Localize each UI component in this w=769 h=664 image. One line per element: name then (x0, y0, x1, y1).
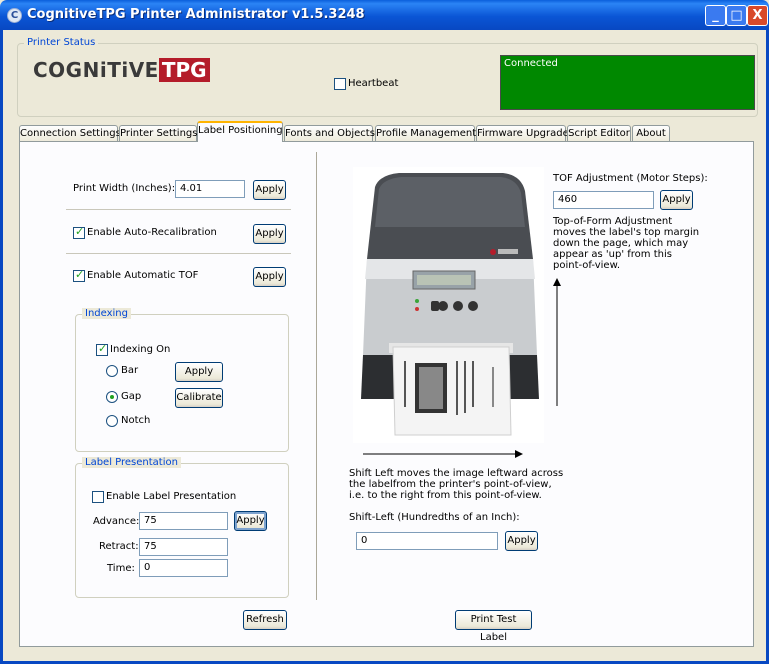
title-bar[interactable]: C CognitiveTPG Printer Administrator v1.… (0, 0, 769, 30)
indexing-gap-label: Gap (121, 391, 142, 402)
indexing-on-label: Indexing On (110, 344, 171, 355)
heartbeat-label: Heartbeat (348, 78, 399, 89)
shift-left-input[interactable]: 0 (356, 532, 498, 550)
auto-recalibration-checkbox[interactable] (73, 225, 85, 239)
time-label: Time: (107, 563, 135, 574)
calibrate-button[interactable]: Calibrate (175, 388, 223, 408)
maximize-button[interactable]: □ (726, 5, 747, 26)
tof-adjustment-input[interactable]: 460 (553, 191, 654, 209)
indexing-notch-label: Notch (121, 415, 151, 426)
shift-left-label: Shift-Left (Hundredths of an Inch): (349, 512, 520, 523)
separator (66, 253, 291, 254)
refresh-button[interactable]: Refresh (243, 610, 287, 630)
shift-left-apply-button[interactable]: Apply (505, 531, 538, 551)
tab-connection-settings[interactable]: Connection Settings (19, 125, 121, 142)
retract-input[interactable]: 75 (139, 538, 228, 556)
auto-recalibration-label: Enable Auto-Recalibration (87, 227, 217, 238)
print-width-label: Print Width (Inches): (73, 183, 176, 194)
tab-about[interactable]: About (632, 125, 670, 142)
shift-left-description: Shift Left moves the image leftward acro… (349, 468, 564, 501)
indexing-gap-radio[interactable] (106, 391, 118, 403)
heartbeat-checkbox[interactable] (334, 78, 346, 90)
print-test-label-button[interactable]: Print Test Label (455, 610, 532, 643)
indexing-notch-radio[interactable] (106, 415, 118, 427)
tof-adjustment-label: TOF Adjustment (Motor Steps): (553, 173, 708, 184)
minimize-button[interactable]: _ (705, 5, 726, 26)
auto-tof-checkbox[interactable] (73, 268, 85, 282)
print-width-apply-button[interactable]: Apply (253, 180, 286, 200)
connection-status-text: Connected (504, 58, 558, 69)
connection-status-indicator: Connected (500, 55, 755, 110)
time-input[interactable]: 0 (139, 559, 228, 577)
tof-apply-button[interactable]: Apply (660, 190, 693, 210)
app-icon: C (7, 8, 22, 23)
indexing-on-checkbox[interactable] (96, 342, 108, 356)
tab-profile-management[interactable]: Profile Management (375, 125, 476, 142)
indexing-bar-label: Bar (121, 365, 139, 376)
cognitivetpg-logo: COGNiTiVE TPG (33, 58, 233, 88)
auto-recalibration-apply-button[interactable]: Apply (253, 224, 286, 244)
label-presentation-apply-button[interactable]: Apply (234, 511, 267, 531)
enable-label-presentation-checkbox[interactable] (92, 491, 104, 503)
panel-divider (316, 152, 317, 600)
advance-label: Advance: (93, 516, 140, 527)
separator (66, 209, 291, 210)
tab-firmware-upgrade[interactable]: Firmware Upgrade (476, 125, 569, 142)
printer-status-legend: Printer Status (24, 37, 99, 48)
enable-label-presentation-label: Enable Label Presentation (106, 491, 237, 502)
auto-tof-label: Enable Automatic TOF (87, 270, 199, 281)
advance-input[interactable]: 75 (139, 512, 228, 530)
right-arrow-icon (363, 450, 523, 458)
print-width-input[interactable]: 4.01 (175, 180, 245, 198)
indexing-group: Indexing (75, 308, 289, 452)
auto-tof-apply-button[interactable]: Apply (253, 267, 286, 287)
close-button[interactable]: X (747, 5, 768, 26)
window-title: CognitiveTPG Printer Administrator v1.5.… (27, 7, 365, 22)
tab-fonts-and-objects[interactable]: Fonts and Objects (284, 125, 375, 142)
tab-label-positioning[interactable]: Label Positioning (197, 121, 283, 142)
printer-photo (353, 167, 544, 443)
printer-illustration (361, 173, 539, 436)
tof-description: Top-of-Form Adjustment moves the label's… (553, 216, 700, 271)
indexing-bar-radio[interactable] (106, 365, 118, 377)
indexing-apply-button[interactable]: Apply (175, 362, 223, 382)
tab-printer-settings[interactable]: Printer Settings (119, 125, 197, 142)
indexing-legend: Indexing (82, 308, 131, 319)
label-presentation-legend: Label Presentation (82, 457, 181, 468)
up-arrow-icon (553, 278, 561, 406)
tab-script-editor[interactable]: Script Editor (567, 125, 631, 142)
retract-label: Retract: (99, 541, 139, 552)
